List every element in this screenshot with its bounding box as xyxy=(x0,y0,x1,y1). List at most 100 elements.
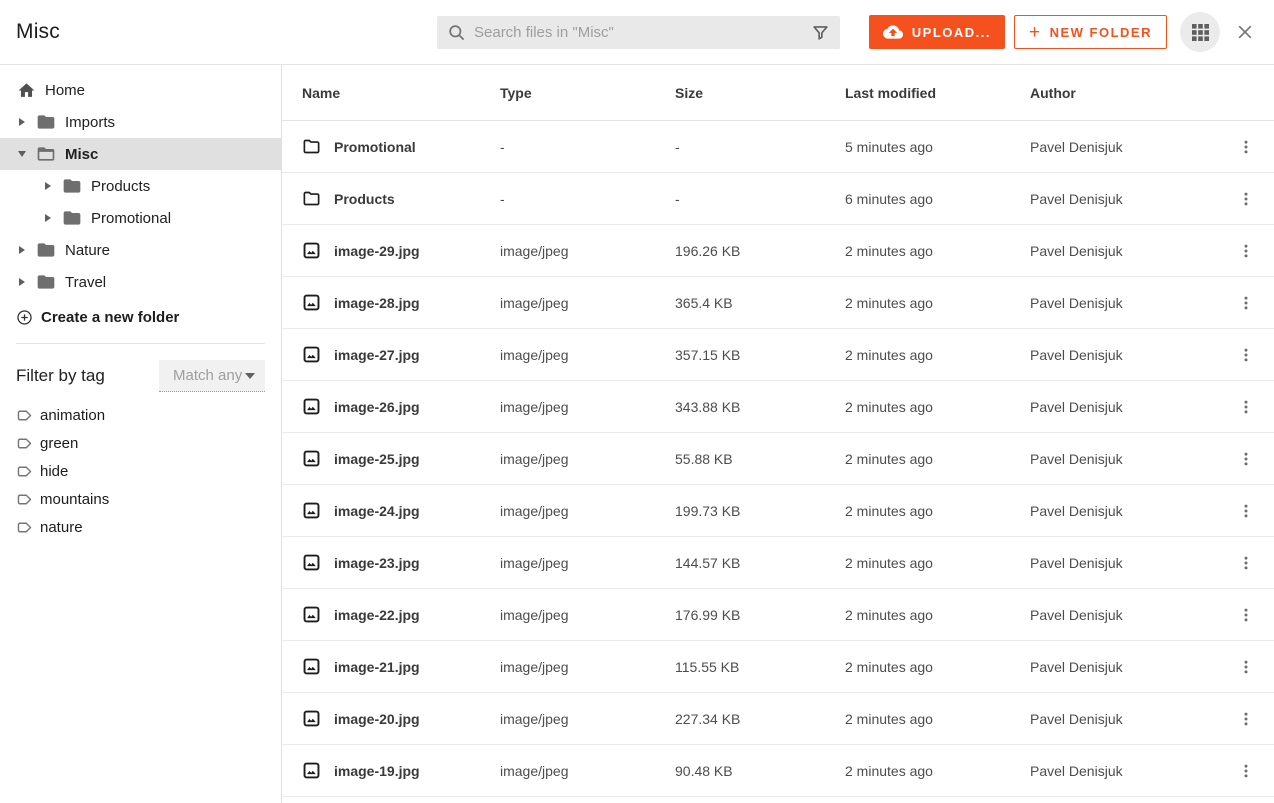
image-file-icon xyxy=(302,397,321,416)
name-cell[interactable]: image-24.jpg xyxy=(302,501,500,520)
table-row[interactable]: image-27.jpg image/jpeg 357.15 KB 2 minu… xyxy=(282,329,1274,381)
image-file-icon xyxy=(302,293,321,312)
name-cell[interactable]: image-26.jpg xyxy=(302,397,500,416)
chevron-right-icon[interactable] xyxy=(42,214,54,222)
sidebar-item-imports[interactable]: Imports xyxy=(0,106,281,138)
row-actions-menu-button[interactable] xyxy=(1234,655,1258,679)
author-cell: Pavel Denisjuk xyxy=(1030,503,1218,519)
name-cell[interactable]: Products xyxy=(302,189,500,208)
table-row[interactable]: image-23.jpg image/jpeg 144.57 KB 2 minu… xyxy=(282,537,1274,589)
sidebar-item-promotional[interactable]: Promotional xyxy=(0,202,281,234)
name-cell[interactable]: image-27.jpg xyxy=(302,345,500,364)
image-file-icon xyxy=(302,761,321,780)
tag-item[interactable]: mountains xyxy=(0,485,281,513)
table-row[interactable]: Promotional - - 5 minutes ago Pavel Deni… xyxy=(282,121,1274,173)
type-cell: image/jpeg xyxy=(500,243,675,259)
name-cell[interactable]: image-19.jpg xyxy=(302,761,500,780)
modified-cell: 2 minutes ago xyxy=(845,555,1030,571)
search-box[interactable] xyxy=(437,16,840,49)
table-row[interactable]: image-28.jpg image/jpeg 365.4 KB 2 minut… xyxy=(282,277,1274,329)
table-row[interactable]: image-25.jpg image/jpeg 55.88 KB 2 minut… xyxy=(282,433,1274,485)
row-actions-menu-button[interactable] xyxy=(1234,551,1258,575)
name-cell[interactable]: image-28.jpg xyxy=(302,293,500,312)
sidebar-item-travel[interactable]: Travel xyxy=(0,266,281,298)
tag-icon xyxy=(16,463,33,480)
table-row[interactable]: image-26.jpg image/jpeg 343.88 KB 2 minu… xyxy=(282,381,1274,433)
search-input[interactable] xyxy=(474,24,811,41)
close-button[interactable] xyxy=(1232,19,1258,45)
row-actions-menu-button[interactable] xyxy=(1234,759,1258,783)
modified-cell: 2 minutes ago xyxy=(845,711,1030,727)
size-cell: 365.4 KB xyxy=(675,295,845,311)
table-view-toggle-button[interactable] xyxy=(1180,12,1220,52)
author-cell: Pavel Denisjuk xyxy=(1030,295,1218,311)
new-folder-button[interactable]: + NEW FOLDER xyxy=(1014,15,1167,49)
file-name: image-29.jpg xyxy=(334,243,420,259)
table-row[interactable]: image-21.jpg image/jpeg 115.55 KB 2 minu… xyxy=(282,641,1274,693)
row-actions-menu-button[interactable] xyxy=(1234,343,1258,367)
file-manager-window: Misc UPLOAD... xyxy=(0,0,1274,803)
sidebar-item-label: Home xyxy=(45,82,85,99)
row-actions-menu-button[interactable] xyxy=(1234,135,1258,159)
sidebar-item-nature[interactable]: Nature xyxy=(0,234,281,266)
new-folder-button-label: NEW FOLDER xyxy=(1050,25,1152,40)
chevron-right-icon[interactable] xyxy=(16,118,28,126)
sidebar-item-misc[interactable]: Misc xyxy=(0,138,281,170)
table-row[interactable]: Products - - 6 minutes ago Pavel Denisju… xyxy=(282,173,1274,225)
column-header-name[interactable]: Name xyxy=(302,85,500,101)
sidebar-item-home[interactable]: Home xyxy=(0,74,281,106)
chevron-right-icon[interactable] xyxy=(42,182,54,190)
tag-label: hide xyxy=(40,463,68,480)
name-cell[interactable]: image-23.jpg xyxy=(302,553,500,572)
name-cell[interactable]: image-20.jpg xyxy=(302,709,500,728)
tag-match-mode-select[interactable]: Match any xyxy=(159,360,265,392)
name-cell[interactable]: image-29.jpg xyxy=(302,241,500,260)
tag-item[interactable]: hide xyxy=(0,457,281,485)
image-file-icon xyxy=(302,657,321,676)
row-actions-menu-button[interactable] xyxy=(1234,291,1258,315)
table-row[interactable]: image-19.jpg image/jpeg 90.48 KB 2 minut… xyxy=(282,745,1274,797)
column-header-author[interactable]: Author xyxy=(1030,85,1218,101)
author-cell: Pavel Denisjuk xyxy=(1030,399,1218,415)
chevron-right-icon[interactable] xyxy=(16,246,28,254)
row-actions-menu-button[interactable] xyxy=(1234,187,1258,211)
row-actions-menu-button[interactable] xyxy=(1234,395,1258,419)
column-header-type[interactable]: Type xyxy=(500,85,675,101)
search-icon xyxy=(447,23,466,42)
chevron-down-icon[interactable] xyxy=(16,151,28,157)
file-name: image-20.jpg xyxy=(334,711,420,727)
caret-down-icon xyxy=(245,373,255,379)
name-cell[interactable]: image-25.jpg xyxy=(302,449,500,468)
table-row[interactable]: image-29.jpg image/jpeg 196.26 KB 2 minu… xyxy=(282,225,1274,277)
tag-item[interactable]: green xyxy=(0,429,281,457)
author-cell: Pavel Denisjuk xyxy=(1030,451,1218,467)
row-actions-menu-button[interactable] xyxy=(1234,707,1258,731)
file-name: image-27.jpg xyxy=(334,347,420,363)
row-actions-menu-button[interactable] xyxy=(1234,447,1258,471)
column-header-size[interactable]: Size xyxy=(675,85,845,101)
image-file-icon xyxy=(302,241,321,260)
tag-item[interactable]: animation xyxy=(0,401,281,429)
size-cell: 176.99 KB xyxy=(675,607,845,623)
tag-item[interactable]: nature xyxy=(0,513,281,541)
kebab-menu-icon xyxy=(1237,710,1255,728)
name-cell[interactable]: image-22.jpg xyxy=(302,605,500,624)
column-header-modified[interactable]: Last modified xyxy=(845,85,1030,101)
table-row[interactable]: image-22.jpg image/jpeg 176.99 KB 2 minu… xyxy=(282,589,1274,641)
row-actions-menu-button[interactable] xyxy=(1234,239,1258,263)
tag-list: animation green xyxy=(0,401,281,541)
name-cell[interactable]: image-21.jpg xyxy=(302,657,500,676)
filter-icon[interactable] xyxy=(811,23,830,42)
table-row[interactable]: image-24.jpg image/jpeg 199.73 KB 2 minu… xyxy=(282,485,1274,537)
sidebar-item-products[interactable]: Products xyxy=(0,170,281,202)
table-row[interactable]: image-20.jpg image/jpeg 227.34 KB 2 minu… xyxy=(282,693,1274,745)
modified-cell: 2 minutes ago xyxy=(845,503,1030,519)
name-cell[interactable]: Promotional xyxy=(302,137,500,156)
upload-button[interactable]: UPLOAD... xyxy=(869,15,1005,49)
chevron-right-icon[interactable] xyxy=(16,278,28,286)
row-actions-menu-button[interactable] xyxy=(1234,603,1258,627)
grid-view-icon xyxy=(1191,23,1210,42)
row-actions-menu-button[interactable] xyxy=(1234,499,1258,523)
tag-match-mode-value: Match any xyxy=(173,367,242,384)
create-folder-button[interactable]: Create a new folder xyxy=(0,301,281,333)
